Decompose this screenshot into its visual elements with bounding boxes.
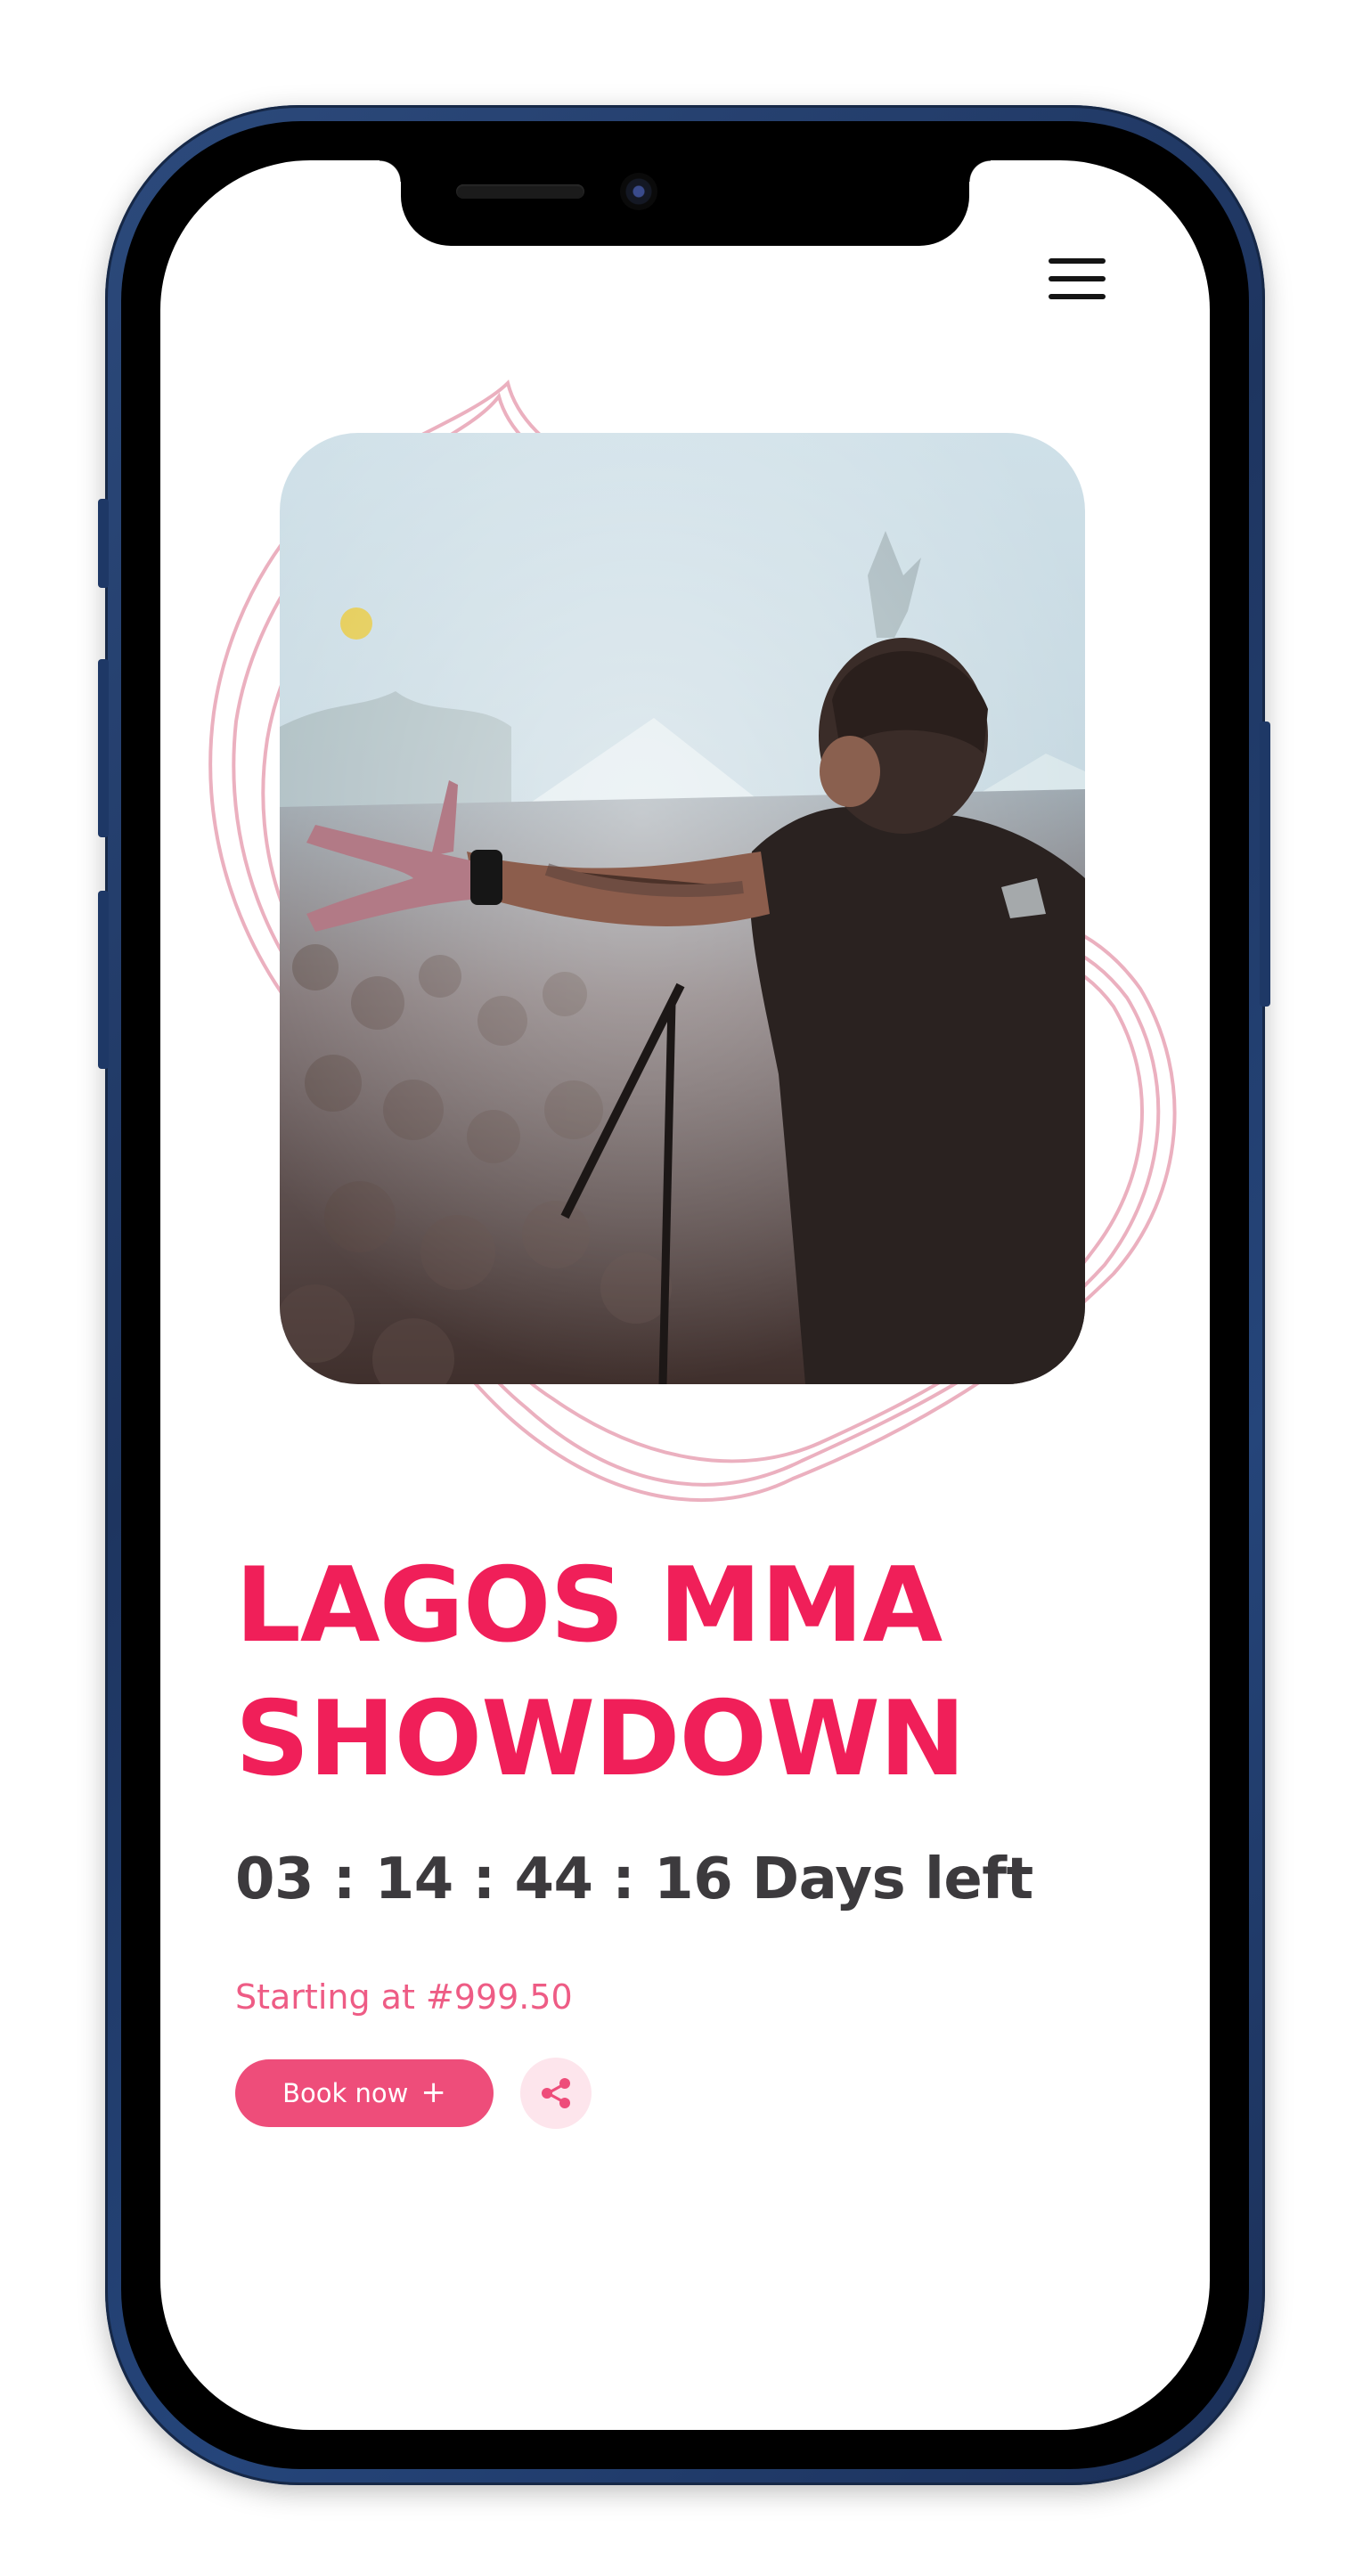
- share-button[interactable]: [520, 2058, 592, 2129]
- event-title: LAGOS MMA SHOWDOWN: [235, 1545, 966, 1799]
- notch: [380, 160, 991, 246]
- book-now-button[interactable]: Book now +: [235, 2059, 494, 2127]
- countdown-timer: 03 : 14 : 44 : 16 Days left: [235, 1846, 1033, 1912]
- hamburger-menu-icon: [1049, 258, 1106, 264]
- menu-button[interactable]: [1046, 257, 1108, 303]
- volume-up-button: [98, 659, 109, 837]
- power-button: [1260, 721, 1270, 1007]
- front-camera: [620, 173, 657, 210]
- share-icon: [542, 2078, 570, 2108]
- book-now-label: Book now: [282, 2078, 409, 2108]
- volume-down-button: [98, 891, 109, 1069]
- event-hero-image: [280, 433, 1085, 1384]
- earpiece-speaker: [456, 184, 584, 199]
- plus-icon: +: [420, 2074, 446, 2110]
- price-text: Starting at #999.50: [235, 1977, 573, 2017]
- mute-switch: [98, 499, 109, 588]
- phone-screen: LAGOS MMA SHOWDOWN 03 : 14 : 44 : 16 Day…: [160, 160, 1210, 2430]
